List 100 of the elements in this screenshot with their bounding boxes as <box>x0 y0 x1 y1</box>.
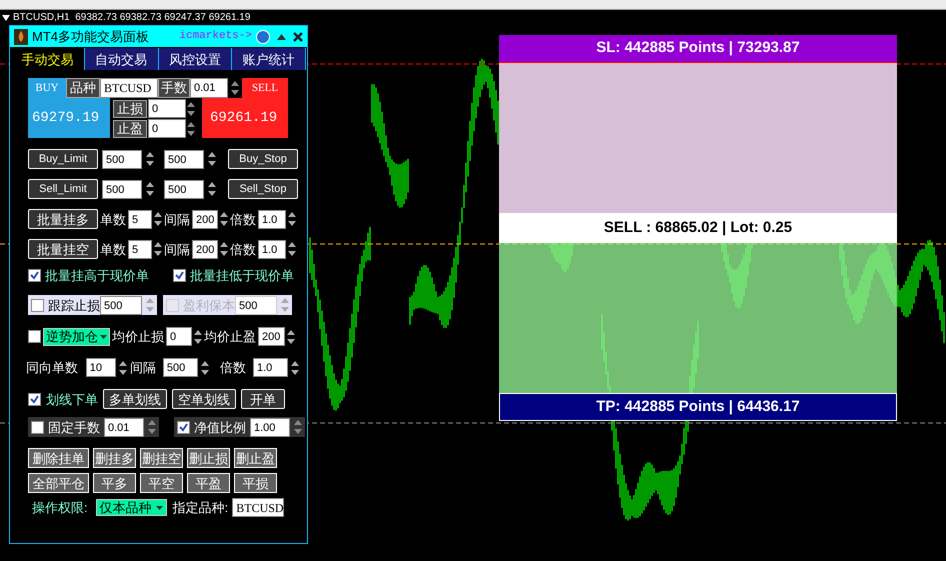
spin-button[interactable] <box>208 182 216 196</box>
input-field[interactable]: 1.00 <box>250 418 290 436</box>
mode-dropdown[interactable]: 逆势加仓 <box>43 328 110 346</box>
field-label: 批量挂低于现价单 <box>190 269 294 282</box>
sell-price: 69261.19 <box>202 98 288 138</box>
action-button[interactable]: 平多 <box>93 473 136 493</box>
logo-icon <box>14 28 28 44</box>
field-label: 均价止损 <box>112 330 164 343</box>
field-label: 净值比例 <box>194 420 246 434</box>
spin-button[interactable] <box>208 152 216 166</box>
field-label: 单数 <box>100 242 126 256</box>
checkbox[interactable] <box>28 330 41 343</box>
field-label: 倍数 <box>230 212 256 226</box>
field-label: 批量挂高于现价单 <box>45 269 149 282</box>
checkbox[interactable] <box>177 420 190 434</box>
spin-button[interactable] <box>118 360 127 374</box>
action-button[interactable]: 平损 <box>234 473 277 493</box>
tab[interactable]: 自动交易 <box>84 48 158 70</box>
input-field[interactable]: 0.01 <box>104 418 144 436</box>
action-button[interactable]: 空单划线 <box>172 389 236 409</box>
input-field[interactable]: 200 <box>258 327 285 346</box>
input-field[interactable]: 0 <box>148 99 186 118</box>
checkbox[interactable] <box>31 298 44 312</box>
action-button[interactable]: 删挂空 <box>140 448 183 468</box>
checkbox[interactable] <box>28 269 41 282</box>
input-field[interactable]: 500 <box>164 180 204 198</box>
input-field[interactable]: 500 <box>102 150 142 168</box>
input-field[interactable]: 10 <box>86 358 116 377</box>
spin-button[interactable] <box>294 420 302 434</box>
spin-button[interactable] <box>287 330 295 344</box>
action-button[interactable]: 开单 <box>241 389 285 409</box>
spin-button[interactable] <box>154 212 162 226</box>
action-button[interactable]: 多单划线 <box>103 389 167 409</box>
sell-button[interactable]: SELL <box>242 78 288 98</box>
dropdown-triangle-icon[interactable] <box>2 15 10 21</box>
field-label: 手数 <box>158 78 190 98</box>
action-button[interactable]: Buy_Limit <box>28 149 98 169</box>
action-button[interactable]: Sell_Stop <box>228 179 298 199</box>
field-label: 倍数 <box>230 242 256 256</box>
action-button[interactable]: 删止损 <box>187 448 230 468</box>
field-label: 止盈 <box>113 120 147 138</box>
close-icon[interactable] <box>293 32 303 42</box>
input-field[interactable]: BTCUSD <box>100 78 158 98</box>
input-field[interactable]: 1.0 <box>258 210 286 228</box>
spin-button[interactable] <box>187 102 195 116</box>
field-label: 间隔 <box>164 212 190 226</box>
spin-button[interactable] <box>187 122 195 136</box>
caret-icon <box>100 334 107 338</box>
checkbox[interactable] <box>31 420 44 434</box>
spin-button[interactable] <box>288 242 296 256</box>
action-button[interactable]: 批量挂空 <box>28 239 98 259</box>
spin-button[interactable] <box>154 242 162 256</box>
input-field[interactable]: 5 <box>128 210 152 228</box>
permission-dropdown[interactable]: 仅本品种 <box>96 499 167 516</box>
spin-button[interactable] <box>146 152 154 166</box>
spin-button[interactable] <box>291 360 299 374</box>
field-label: 固定手数 <box>48 420 100 434</box>
input-field[interactable]: 200 <box>192 240 218 258</box>
input-field[interactable]: 5 <box>128 240 152 258</box>
input-field[interactable]: 500 <box>100 296 142 314</box>
panel-title: MT4多功能交易面板 <box>32 30 149 43</box>
input-field[interactable]: 0 <box>166 327 192 346</box>
input-field[interactable]: BTCUSD <box>232 498 284 517</box>
input-field[interactable]: 500 <box>162 358 198 377</box>
spin-button[interactable] <box>146 182 154 196</box>
action-button[interactable]: 删止盈 <box>234 448 277 468</box>
input-field[interactable]: 1.0 <box>258 240 286 258</box>
spin-button[interactable] <box>231 81 239 95</box>
broker-link[interactable]: icmarkets-> <box>179 31 252 42</box>
action-button[interactable]: Sell_Limit <box>28 179 98 199</box>
action-button[interactable]: 批量挂多 <box>28 209 98 229</box>
collapse-icon[interactable] <box>277 34 286 40</box>
spin-button[interactable] <box>288 212 296 226</box>
dropdown-value: 逆势加仓 <box>46 330 98 343</box>
tab[interactable]: 账户统计 <box>232 48 306 70</box>
field-label: 均价止盈 <box>204 330 256 343</box>
action-button[interactable]: 删挂多 <box>93 448 136 468</box>
action-button[interactable]: Buy_Stop <box>228 149 298 169</box>
input-field[interactable]: 500 <box>164 150 204 168</box>
checkbox[interactable] <box>28 392 41 406</box>
tab[interactable]: 风控设置 <box>158 48 232 70</box>
field-label: 止损 <box>113 100 147 118</box>
spin-button[interactable] <box>220 242 228 256</box>
action-button[interactable]: 全部平仓 <box>28 473 89 493</box>
input-field[interactable]: 200 <box>192 210 218 228</box>
caret-icon <box>156 506 163 510</box>
spin-button[interactable] <box>220 212 228 226</box>
input-field[interactable]: 500 <box>102 180 142 198</box>
checkbox[interactable] <box>173 269 186 282</box>
input-field[interactable]: 0 <box>148 119 186 138</box>
input-field[interactable]: 0.01 <box>190 78 228 98</box>
field-label: 间隔 <box>130 361 156 374</box>
spin-button[interactable] <box>200 360 209 374</box>
spin-button[interactable] <box>148 420 156 434</box>
help-icon[interactable] <box>256 30 270 44</box>
spin-button[interactable] <box>194 330 202 344</box>
action-button[interactable]: 平盈 <box>187 473 230 493</box>
action-button[interactable]: 删除挂单 <box>28 448 89 468</box>
input-field[interactable]: 1.0 <box>253 358 288 377</box>
action-button[interactable]: 平空 <box>140 473 183 493</box>
